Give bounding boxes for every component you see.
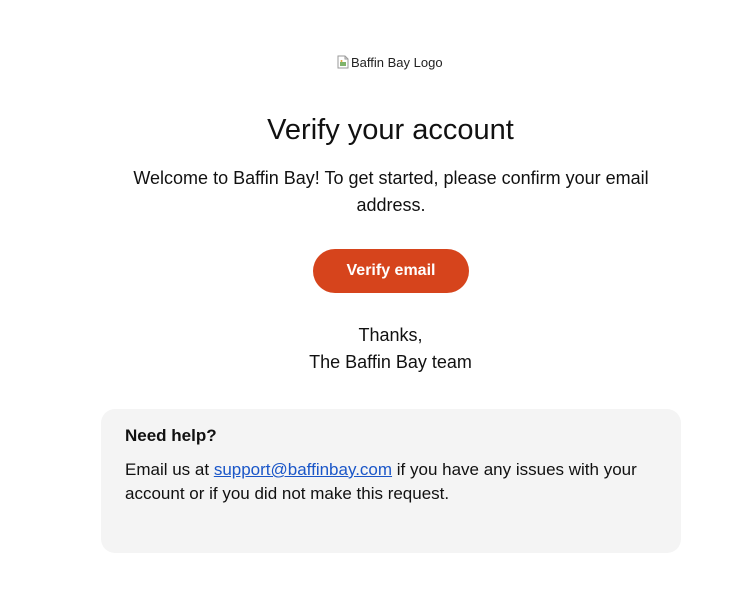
verify-email-button[interactable]: Verify email: [313, 249, 469, 293]
help-title: Need help?: [125, 426, 217, 445]
page-title: Verify your account: [267, 114, 514, 146]
help-text-prefix: Email us at: [125, 460, 214, 479]
intro-text: Welcome to Baffin Bay! To get started, p…: [133, 168, 649, 215]
signoff-thanks: Thanks,: [358, 325, 423, 345]
support-email-link[interactable]: support@baffinbay.com: [214, 460, 392, 479]
email-page: Baffin Bay Logo Verify your account Welc…: [0, 0, 742, 590]
broken-image-icon: [337, 55, 349, 69]
logo-alt-text: Baffin Bay Logo: [351, 54, 443, 70]
signoff-team: The Baffin Bay team: [309, 352, 472, 372]
logo-image: Baffin Bay Logo: [337, 53, 443, 71]
signoff: Thanks, The Baffin Bay team: [0, 322, 742, 376]
help-box: Need help? Email us at support@baffinbay…: [101, 409, 681, 553]
help-text: Email us at support@baffinbay.com if you…: [125, 458, 657, 506]
